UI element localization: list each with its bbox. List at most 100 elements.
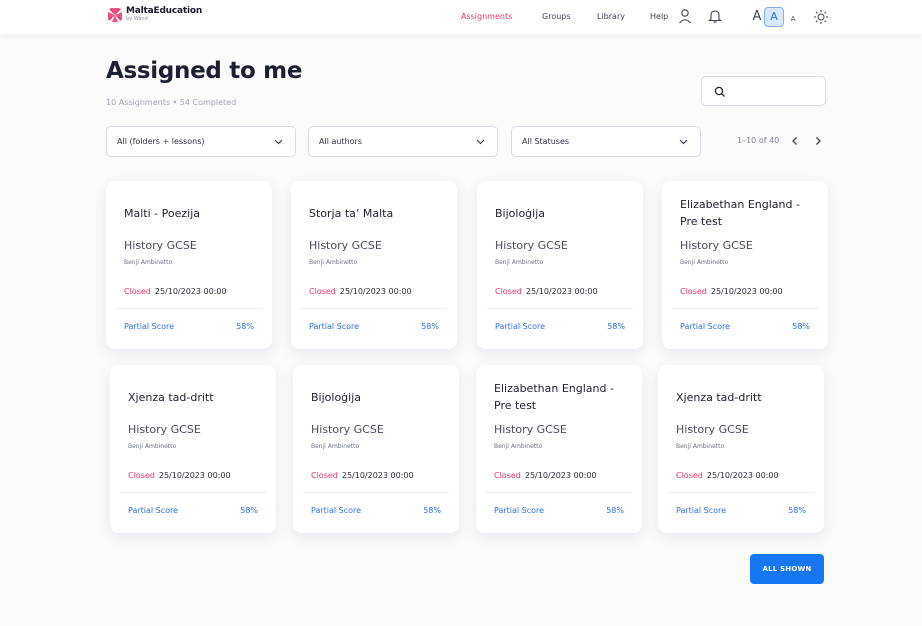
card-status: Closed 25/10/2023 00:00 <box>311 471 414 480</box>
card-date: 25/10/2023 00:00 <box>706 471 779 480</box>
score-percentage: 58% <box>788 506 806 515</box>
status-closed-label: Closed <box>124 287 151 296</box>
partial-score-link[interactable]: Partial Score <box>680 322 730 331</box>
card-status: Closed 25/10/2023 00:00 <box>680 287 783 296</box>
card-author: Benji Ambinetto <box>128 443 177 450</box>
card-author: Benji Ambinetto <box>494 443 543 450</box>
nav-groups[interactable]: Groups <box>542 12 571 21</box>
score-percentage: 58% <box>792 322 810 331</box>
partial-score-link[interactable]: Partial Score <box>495 322 545 331</box>
card-title: Malti - Poezija <box>124 207 200 220</box>
card-divider <box>303 492 449 493</box>
assignment-card[interactable]: Elizabethan England - Pre test History G… <box>662 181 828 349</box>
authors-filter-value: All authors <box>319 137 362 146</box>
font-size-medium-button[interactable]: A <box>764 7 784 27</box>
card-subject: History GCSE <box>311 423 384 436</box>
card-title: Elizabethan England - Pre test <box>680 198 800 228</box>
card-date: 25/10/2023 00:00 <box>339 287 412 296</box>
card-date: 25/10/2023 00:00 <box>525 287 598 296</box>
chevron-left-icon[interactable] <box>791 136 799 146</box>
top-navigation-bar: MaltaEducation by Wand Assignments Group… <box>0 0 922 34</box>
search-input[interactable] <box>701 76 826 106</box>
card-title: Bijoloġija <box>495 207 546 220</box>
assignment-card[interactable]: Xjenza tad-dritt History GCSE Benji Ambi… <box>110 365 276 533</box>
card-status: Closed 25/10/2023 00:00 <box>309 287 412 296</box>
font-size-small-button[interactable]: A <box>788 9 798 29</box>
card-subject: History GCSE <box>494 423 567 436</box>
statuses-filter-select[interactable]: All Statuses <box>511 126 701 157</box>
authors-filter-select[interactable]: All authors <box>308 126 498 157</box>
partial-score-link[interactable]: Partial Score <box>494 506 544 515</box>
card-date: 25/10/2023 00:00 <box>710 287 783 296</box>
assignment-card[interactable]: Storja ta’ Malta History GCSE Benji Ambi… <box>291 181 457 349</box>
score-percentage: 58% <box>240 506 258 515</box>
score-percentage: 58% <box>423 506 441 515</box>
card-author: Benji Ambinetto <box>680 259 729 266</box>
assignment-card[interactable]: Malti - Poezija History GCSE Benji Ambin… <box>106 181 272 349</box>
card-subject: History GCSE <box>309 239 382 252</box>
bell-icon[interactable] <box>708 8 722 24</box>
partial-score-link[interactable]: Partial Score <box>311 506 361 515</box>
status-closed-label: Closed <box>495 287 522 296</box>
nav-assignments[interactable]: Assignments <box>461 12 512 21</box>
status-closed-label: Closed <box>311 471 338 480</box>
card-status: Closed 25/10/2023 00:00 <box>676 471 779 480</box>
status-closed-label: Closed <box>128 471 155 480</box>
card-divider <box>120 492 266 493</box>
card-title: Xjenza tad-dritt <box>128 391 214 404</box>
score-percentage: 58% <box>606 506 624 515</box>
card-date: 25/10/2023 00:00 <box>158 471 231 480</box>
card-title: Storja ta’ Malta <box>309 207 394 220</box>
partial-score-link[interactable]: Partial Score <box>128 506 178 515</box>
card-divider <box>486 492 632 493</box>
chevron-down-icon <box>476 139 485 145</box>
assignment-card[interactable]: Bijoloġija History GCSE Benji Ambinetto … <box>477 181 643 349</box>
status-closed-label: Closed <box>309 287 336 296</box>
card-author: Benji Ambinetto <box>676 443 725 450</box>
user-icon[interactable] <box>678 8 692 24</box>
partial-score-link[interactable]: Partial Score <box>309 322 359 331</box>
sun-icon[interactable] <box>813 9 829 25</box>
nav-help[interactable]: Help <box>650 12 668 21</box>
maltese-cross-icon <box>108 8 122 22</box>
card-author: Benji Ambinetto <box>311 443 360 450</box>
card-status: Closed 25/10/2023 00:00 <box>128 471 231 480</box>
assignment-card[interactable]: Xjenza tad-dritt History GCSE Benji Ambi… <box>658 365 824 533</box>
partial-score-link[interactable]: Partial Score <box>124 322 174 331</box>
partial-score-link[interactable]: Partial Score <box>676 506 726 515</box>
status-closed-label: Closed <box>494 471 521 480</box>
card-date: 25/10/2023 00:00 <box>341 471 414 480</box>
chevron-down-icon <box>679 139 688 145</box>
card-status: Closed 25/10/2023 00:00 <box>495 287 598 296</box>
card-author: Benji Ambinetto <box>309 259 358 266</box>
type-filter-select[interactable]: All (folders + lessons) <box>106 126 296 157</box>
card-status: Closed 25/10/2023 00:00 <box>124 287 227 296</box>
card-status: Closed 25/10/2023 00:00 <box>494 471 597 480</box>
card-author: Benji Ambinetto <box>495 259 544 266</box>
chevron-right-icon[interactable] <box>814 136 822 146</box>
status-closed-label: Closed <box>680 287 707 296</box>
card-divider <box>668 492 814 493</box>
card-divider <box>672 308 818 309</box>
card-divider <box>301 308 447 309</box>
brand-name: MaltaEducation <box>126 6 203 16</box>
card-title: Bijoloġija <box>311 391 362 404</box>
score-percentage: 58% <box>607 322 625 331</box>
card-title: Xjenza tad-dritt <box>676 391 762 404</box>
assignment-card[interactable]: Bijoloġija History GCSE Benji Ambinetto … <box>293 365 459 533</box>
assignment-summary: 10 Assignments • 54 Completed <box>106 98 237 107</box>
page-title: Assigned to me <box>106 58 303 84</box>
assignment-card[interactable]: Elizabethan England - Pre test History G… <box>476 365 642 533</box>
type-filter-value: All (folders + lessons) <box>117 137 205 146</box>
all-shown-button[interactable]: ALL SHOWN <box>750 554 824 584</box>
brand-subtitle: by Wand <box>126 16 148 22</box>
brand-logo[interactable]: MaltaEducation by Wand <box>107 7 202 23</box>
card-date: 25/10/2023 00:00 <box>524 471 597 480</box>
card-divider <box>487 308 633 309</box>
nav-library[interactable]: Library <box>597 12 625 21</box>
card-title: Elizabethan England - Pre test <box>494 382 614 412</box>
chevron-down-icon <box>274 139 283 145</box>
card-subject: History GCSE <box>676 423 749 436</box>
card-author: Benji Ambinetto <box>124 259 173 266</box>
pagination-range: 1–10 of 40 <box>737 136 780 145</box>
